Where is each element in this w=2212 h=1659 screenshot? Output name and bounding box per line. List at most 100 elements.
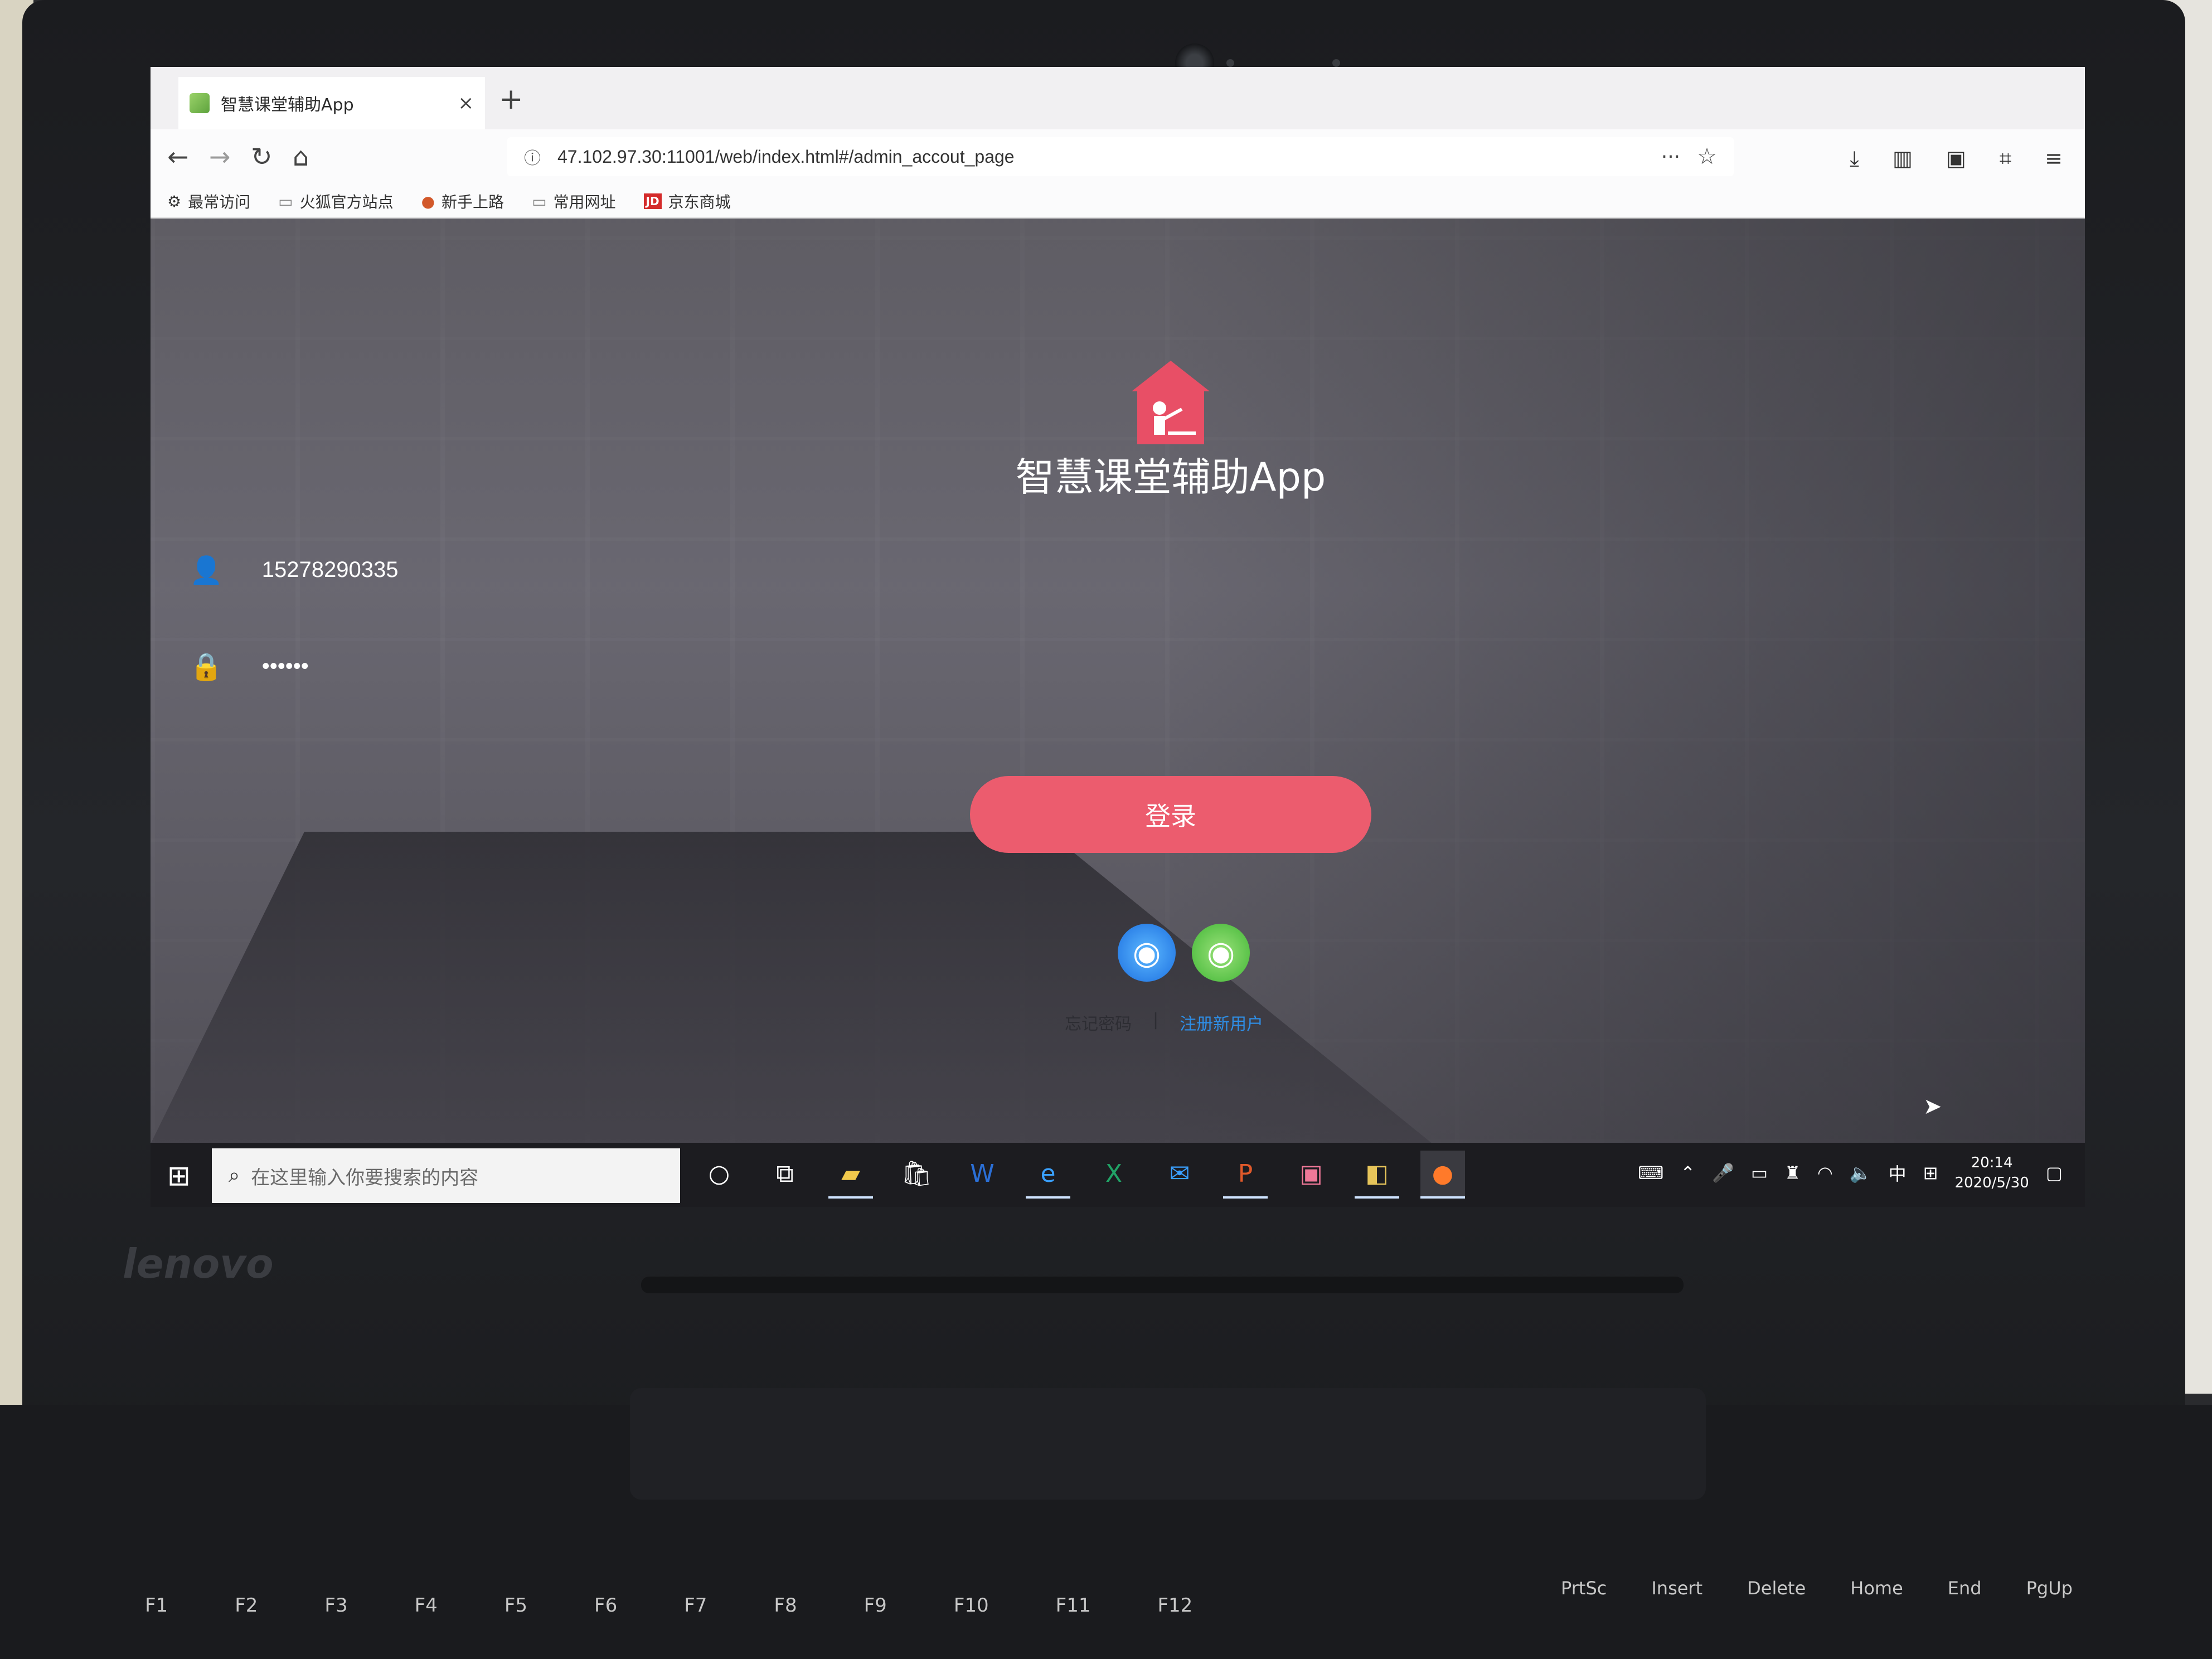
qq-icon[interactable]: ◉ — [1118, 924, 1176, 982]
screenshot-icon[interactable]: ⌗ — [2000, 146, 2011, 171]
app-tray-icon[interactable]: ♜ — [1784, 1162, 1801, 1183]
url-text[interactable]: 47.102.97.30:11001/web/index.html#/admin… — [557, 147, 1645, 167]
search-icon: ⌕ — [229, 1164, 240, 1187]
bezel-slot — [641, 1277, 1684, 1293]
url-bar[interactable]: ⓘ 47.102.97.30:11001/web/index.html#/adm… — [507, 137, 1734, 176]
ime-indicator[interactable]: 中 — [1889, 1160, 1907, 1186]
bookmark-common-sites[interactable]: ▭ 常用网址 — [532, 190, 615, 212]
key-f3[interactable]: F3 — [324, 1594, 347, 1617]
back-icon[interactable]: ← — [167, 142, 189, 172]
browser-tab-bar: 智慧课堂辅助App × + — [151, 67, 2085, 129]
bookmark-star-icon[interactable]: ☆ — [1697, 144, 1717, 169]
key-f1[interactable]: F1 — [145, 1594, 168, 1617]
download-icon[interactable]: ⤓ — [1850, 146, 1859, 171]
taskbar-search-box[interactable]: ⌕ 在这里输入你要搜索的内容 — [212, 1148, 680, 1203]
username-input[interactable]: 15278290335 — [262, 557, 399, 583]
bookmark-getting-started[interactable]: ● 新手上路 — [421, 190, 504, 212]
home-icon[interactable]: ⌂ — [293, 142, 309, 172]
windows-taskbar: ⊞ ⌕ 在这里输入你要搜索的内容 ○ ⧉ ▰ 🛍 W e X ✉ P ▣ ◧ ●… — [151, 1143, 2085, 1207]
folder-icon: ▭ — [278, 192, 293, 211]
key-f11[interactable]: F11 — [1056, 1594, 1091, 1617]
key-delete[interactable]: Delete — [1747, 1578, 1806, 1599]
taskbar-clock[interactable]: 20:14 2020/5/30 — [1954, 1153, 2029, 1193]
link-separator: | — [1153, 1010, 1159, 1030]
clock-time: 20:14 — [1971, 1154, 2013, 1171]
task-view-icon[interactable]: ⧉ — [763, 1151, 807, 1199]
mail-icon[interactable]: ✉ — [1157, 1151, 1202, 1199]
microphone-icon[interactable]: 🎤 — [1712, 1162, 1734, 1183]
gear-icon: ⚙ — [167, 192, 182, 211]
forgot-password-link[interactable]: 忘记密码 — [1065, 1010, 1132, 1035]
password-input[interactable]: •••••• — [262, 654, 309, 679]
bookmark-most-visited[interactable]: ⚙ 最常访问 — [167, 190, 250, 212]
file-explorer-icon[interactable]: ▰ — [828, 1151, 873, 1199]
bookmark-firefox-sites[interactable]: ▭ 火狐官方站点 — [278, 190, 393, 212]
key-f9[interactable]: F9 — [864, 1594, 887, 1617]
windows-start-icon[interactable]: ⊞ — [167, 1160, 191, 1192]
key-f7[interactable]: F7 — [684, 1594, 707, 1617]
firefox-icon[interactable]: ● — [1420, 1151, 1465, 1199]
key-end[interactable]: End — [1948, 1578, 1982, 1599]
bookmark-jd[interactable]: JD 京东商城 — [643, 190, 731, 212]
forward-icon[interactable]: → — [209, 142, 231, 172]
wechat-icon[interactable]: ◉ — [1192, 924, 1250, 982]
jd-icon: JD — [643, 193, 662, 209]
password-field[interactable]: 🔒 •••••• — [190, 651, 309, 682]
new-tab-button[interactable]: + — [499, 83, 523, 116]
clock-date: 2020/5/30 — [1954, 1175, 2029, 1191]
store-icon[interactable]: 🛍 — [894, 1151, 939, 1199]
edge-icon[interactable]: e — [1026, 1151, 1070, 1199]
key-f2[interactable]: F2 — [235, 1594, 258, 1617]
word-icon[interactable]: W — [960, 1151, 1005, 1199]
reload-icon[interactable]: ↻ — [251, 142, 273, 172]
key-home[interactable]: Home — [1850, 1578, 1903, 1599]
taskbar-search-placeholder[interactable]: 在这里输入你要搜索的内容 — [251, 1162, 478, 1190]
bilibili-icon[interactable]: ▣ — [1289, 1151, 1333, 1199]
menu-icon[interactable]: ≡ — [2045, 146, 2063, 171]
mouse-cursor-icon: ➤ — [1923, 1094, 1942, 1119]
firefox-icon: ● — [421, 192, 435, 211]
key-f5[interactable]: F5 — [505, 1594, 527, 1617]
volume-icon[interactable]: 🔈 — [1850, 1162, 1872, 1183]
key-insert[interactable]: Insert — [1651, 1578, 1702, 1599]
powerpoint-icon[interactable]: P — [1223, 1151, 1268, 1199]
login-button[interactable]: 登录 — [970, 776, 1371, 853]
leaf-icon — [190, 93, 210, 113]
info-icon[interactable]: ⓘ — [524, 144, 541, 169]
webcam-sensor — [1332, 59, 1340, 67]
username-field[interactable]: 👤 15278290335 — [190, 554, 398, 586]
login-page: 智慧课堂辅助App 👤 15278290335 🔒 •••••• 登录 ◉ ◉ … — [151, 219, 2085, 1144]
key-f8[interactable]: F8 — [774, 1594, 797, 1617]
folder-icon: ▭ — [532, 192, 547, 211]
key-pgup[interactable]: PgUp — [2026, 1578, 2073, 1599]
key-f12[interactable]: F12 — [1157, 1594, 1192, 1617]
app-logo-icon — [1132, 361, 1210, 444]
sidebar-icon[interactable]: ▣ — [1946, 146, 1966, 171]
laptop-hinge — [630, 1388, 1706, 1500]
key-f4[interactable]: F4 — [415, 1594, 438, 1617]
wifi-icon[interactable]: ◠ — [1817, 1162, 1833, 1183]
keyboard-icon[interactable]: ⌨ — [1638, 1162, 1663, 1183]
user-icon: 👤 — [190, 555, 223, 586]
tab-title: 智慧课堂辅助App — [221, 95, 354, 115]
nav-keys: PrtSc Insert Delete Home End PgUp — [1561, 1578, 2073, 1599]
ime-mode-icon[interactable]: ⊞ — [1923, 1162, 1938, 1183]
excel-icon[interactable]: X — [1092, 1151, 1136, 1199]
browser-nav-bar: ← → ↻ ⌂ ⓘ 47.102.97.30:11001/web/index.h… — [151, 129, 2085, 185]
register-link[interactable]: 注册新用户 — [1180, 1010, 1263, 1035]
more-actions-icon[interactable]: ··· — [1661, 145, 1680, 168]
chevron-up-icon[interactable]: ⌃ — [1680, 1162, 1695, 1183]
lock-icon: 🔒 — [190, 651, 223, 682]
key-prtsc[interactable]: PrtSc — [1561, 1578, 1607, 1599]
key-f6[interactable]: F6 — [594, 1594, 617, 1617]
close-icon[interactable]: × — [458, 92, 474, 114]
battery-icon[interactable]: ▭ — [1751, 1162, 1768, 1183]
cortana-icon[interactable]: ○ — [697, 1151, 741, 1199]
library-icon[interactable]: ▥ — [1893, 146, 1913, 171]
notification-icon[interactable]: ▢ — [2046, 1162, 2063, 1183]
browser-tab[interactable]: 智慧课堂辅助App × — [178, 77, 485, 129]
system-tray: ⌨ ⌃ 🎤 ▭ ♜ ◠ 🔈 中 ⊞ 20:14 2020/5/30 ▢ — [1638, 1153, 2063, 1193]
game-icon[interactable]: ◧ — [1355, 1151, 1399, 1199]
brand-logo: lenovo — [123, 1240, 274, 1287]
key-f10[interactable]: F10 — [954, 1594, 989, 1617]
